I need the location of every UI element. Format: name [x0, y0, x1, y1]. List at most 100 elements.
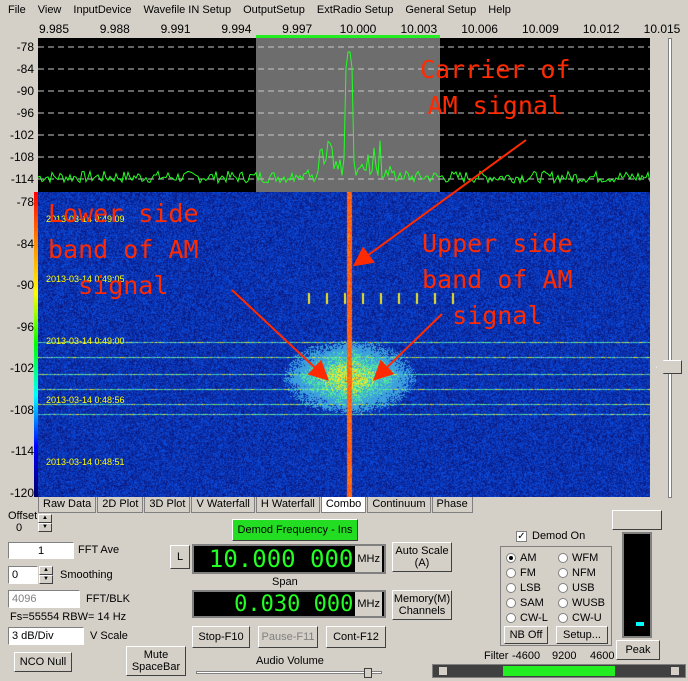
- filter-right-arrow[interactable]: [671, 667, 679, 675]
- spectrum-db-tick: -90: [16, 84, 34, 98]
- signal-meter-level: [636, 622, 644, 626]
- stop-button[interactable]: Stop-F10: [192, 626, 250, 648]
- scroll-thumb[interactable]: [656, 360, 682, 374]
- auto-scale-button[interactable]: Auto Scale (A): [392, 542, 452, 572]
- mode-radio-sam[interactable]: SAM: [506, 597, 544, 609]
- filter-width: 9200: [552, 650, 577, 662]
- mode-radio-fm[interactable]: FM: [506, 567, 536, 579]
- l-button[interactable]: L: [170, 545, 190, 569]
- freq-tick-label: 9.994: [221, 22, 252, 36]
- menu-item-extradio-setup[interactable]: ExtRadio Setup: [317, 4, 393, 16]
- offset-label: Offset: [8, 510, 38, 522]
- radio-dot[interactable]: [506, 613, 516, 623]
- radio-dot[interactable]: [558, 583, 568, 593]
- menu-item-file[interactable]: File: [8, 4, 26, 16]
- freq-tick-label: 10.015: [643, 22, 681, 36]
- demod-on-label: Demod On: [532, 530, 586, 542]
- annotation-lower-sideband: Lower side band of AM signal: [48, 199, 199, 300]
- menu-item-view[interactable]: View: [38, 4, 62, 16]
- demod-frequency-display: 10.000 000 MHz: [192, 544, 386, 574]
- radio-dot[interactable]: [558, 598, 568, 608]
- mode-radio-lsb[interactable]: LSB: [506, 582, 541, 594]
- tab-v-waterfall[interactable]: V Waterfall: [191, 497, 255, 513]
- offset-stepper[interactable]: ▲ ▼: [38, 514, 52, 532]
- filter-passband[interactable]: [503, 666, 615, 676]
- smoothing-input[interactable]: 0: [8, 566, 38, 584]
- spectrum-db-tick: -84: [16, 62, 34, 76]
- spectrum-db-axis: -78 -84 -90 -96 -102 -108 -114: [0, 38, 38, 192]
- mode-radio-wfm[interactable]: WFM: [558, 552, 598, 564]
- signal-meter: [622, 532, 652, 638]
- audio-volume-slider[interactable]: [196, 668, 382, 678]
- cont-button[interactable]: Cont-F12: [326, 626, 386, 648]
- mute-button[interactable]: Mute SpaceBar: [126, 646, 186, 676]
- offset-value: 0: [16, 522, 23, 534]
- radio-dot[interactable]: [558, 568, 568, 578]
- freq-tick-label: 10.012: [582, 22, 620, 36]
- waterfall-db-axis: -78 -84 -90 -96 -102 -108 -114 -120: [0, 192, 38, 500]
- menu-item-inputdevice[interactable]: InputDevice: [73, 4, 131, 16]
- vscale-select[interactable]: 3 dB/Div: [8, 627, 84, 645]
- pause-button[interactable]: Pause-F11: [258, 626, 318, 648]
- mode-radio-cw-l[interactable]: CW-L: [506, 612, 548, 624]
- mode-radio-nfm[interactable]: NFM: [558, 567, 596, 579]
- waterfall-db-tick: -96: [16, 319, 34, 334]
- smoothing-stepper[interactable]: ▲ ▼: [39, 566, 53, 584]
- radio-dot[interactable]: [558, 553, 568, 563]
- waterfall-timestamp: 2013-03-14 0:49:00: [46, 336, 125, 346]
- tab-continuum[interactable]: Continuum: [367, 497, 431, 513]
- freq-tick-label: 9.997: [282, 22, 313, 36]
- memory-channels-button[interactable]: Memory(M) Channels: [392, 590, 452, 620]
- tab-raw-data[interactable]: Raw Data: [38, 497, 97, 513]
- menu-item-wavefile-in-setup[interactable]: Wavefile IN Setup: [143, 4, 231, 16]
- fft-blk-select[interactable]: 4096: [8, 590, 80, 608]
- menu-item-outputsetup[interactable]: OutputSetup: [243, 4, 305, 16]
- fft-ave-label: FFT Ave: [78, 544, 120, 556]
- mode-radio-wusb[interactable]: WUSB: [558, 597, 605, 609]
- nb-off-button[interactable]: NB Off: [504, 626, 548, 644]
- setup-button[interactable]: Setup...: [556, 626, 608, 644]
- peak-button[interactable]: Peak: [616, 640, 660, 660]
- mode-radio-am[interactable]: AM: [506, 552, 537, 564]
- nco-null-button[interactable]: NCO Null: [14, 652, 72, 672]
- demod-frequency-value: 10.000 000: [208, 545, 354, 573]
- tab-2d-plot[interactable]: 2D Plot: [97, 497, 144, 513]
- demod-frequency-button[interactable]: Demod Frequency - Ins: [232, 519, 358, 541]
- smoothing-label: Smoothing: [60, 569, 113, 581]
- spectrum-db-tick: -78: [16, 40, 34, 54]
- filter-label: Filter: [484, 650, 509, 662]
- radio-dot[interactable]: [558, 613, 568, 623]
- audio-volume-label: Audio Volume: [256, 655, 324, 667]
- radio-dot[interactable]: [506, 568, 516, 578]
- filter-left-arrow[interactable]: [439, 667, 447, 675]
- spectrum-db-tick: -102: [9, 128, 34, 142]
- radio-dot[interactable]: [506, 553, 516, 563]
- tab-combo[interactable]: Combo: [320, 497, 367, 513]
- demod-on-checkbox[interactable]: ✓ Demod On: [516, 530, 585, 542]
- waterfall-db-tick: -120: [9, 485, 34, 500]
- mode-label: AM: [520, 552, 537, 564]
- demod-on-check[interactable]: ✓: [516, 530, 527, 542]
- annotation-upper-sideband: Upper side band of AM signal: [422, 229, 573, 330]
- fft-ave-input[interactable]: 1: [8, 542, 74, 559]
- mode-label: LSB: [520, 582, 541, 594]
- blank-button[interactable]: [612, 510, 662, 530]
- waterfall-db-tick: -78: [16, 195, 34, 209]
- vertical-scrollbar[interactable]: [656, 38, 686, 498]
- waterfall-db-tick: -102: [9, 361, 34, 375]
- tab-h-waterfall[interactable]: H Waterfall: [255, 497, 320, 513]
- radio-dot[interactable]: [506, 583, 516, 593]
- mode-label: CW-L: [520, 612, 548, 624]
- mode-radio-usb[interactable]: USB: [558, 582, 595, 594]
- filter-bar[interactable]: [432, 664, 686, 678]
- audio-volume-thumb[interactable]: [364, 668, 372, 678]
- menu-item-general-setup[interactable]: General Setup: [405, 4, 476, 16]
- menu-item-help[interactable]: Help: [488, 4, 511, 16]
- tab-phase[interactable]: Phase: [431, 497, 473, 513]
- filter-high: 4600: [590, 650, 615, 662]
- radio-dot[interactable]: [506, 598, 516, 608]
- mode-radio-cw-u[interactable]: CW-U: [558, 612, 602, 624]
- spectrum-db-tick: -96: [16, 106, 34, 120]
- tab-3d-plot[interactable]: 3D Plot: [144, 497, 191, 513]
- mode-label: SAM: [520, 597, 544, 609]
